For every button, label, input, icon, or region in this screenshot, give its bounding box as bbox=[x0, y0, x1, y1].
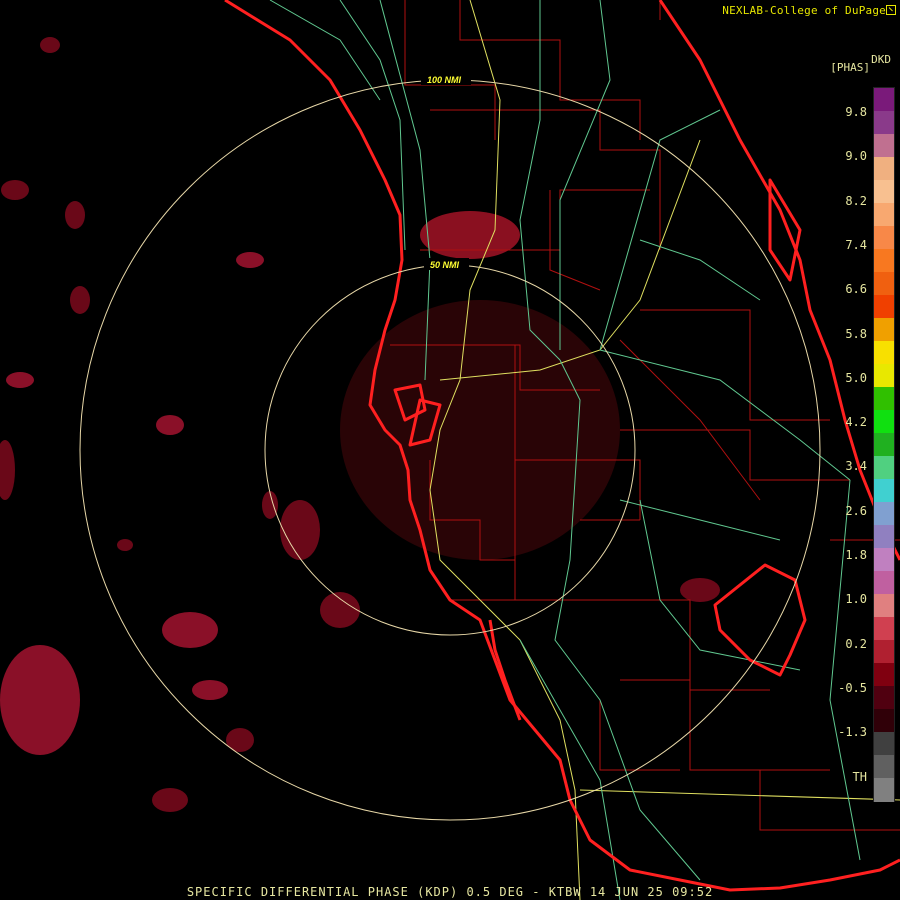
color-scale-swatch bbox=[874, 111, 894, 135]
logo-icon bbox=[886, 5, 896, 15]
color-scale-swatch bbox=[874, 203, 894, 227]
color-scale-tick-label: 0.2 bbox=[845, 636, 867, 651]
color-scale-tick-label: 2.6 bbox=[845, 503, 867, 518]
color-scale-swatch bbox=[874, 410, 894, 434]
color-scale-swatch bbox=[874, 640, 894, 664]
legend-product-code: DKD bbox=[871, 53, 891, 66]
color-scale-tick-label: 1.8 bbox=[845, 548, 867, 562]
color-scale-swatch bbox=[874, 433, 894, 457]
color-scale-swatch bbox=[874, 226, 894, 250]
color-scale-swatch bbox=[874, 456, 894, 480]
range-ring-label-100: 100 NMI bbox=[427, 75, 462, 85]
color-scale-swatch bbox=[874, 341, 894, 365]
color-scale-swatch bbox=[874, 617, 894, 641]
radar-display: 50 NMI 100 NMI NEXLAB-College of DuPage … bbox=[0, 0, 900, 900]
radar-echoes bbox=[0, 37, 720, 812]
color-scale-tick-label: 3.4 bbox=[845, 459, 867, 474]
color-scale-swatch bbox=[874, 387, 894, 411]
color-scale-tick-label: 9.8 bbox=[845, 105, 867, 119]
color-scale-swatch bbox=[874, 778, 894, 802]
color-scale-tick-label: 4.2 bbox=[845, 415, 867, 430]
color-scale-swatch bbox=[874, 364, 894, 388]
color-scale-swatch bbox=[874, 272, 894, 296]
color-scale-swatch bbox=[874, 88, 894, 112]
color-scale-swatch bbox=[874, 295, 894, 319]
product-footer: SPECIFIC DIFFERENTIAL PHASE (KDP) 0.5 DE… bbox=[186, 885, 714, 899]
color-scale-bar bbox=[873, 87, 895, 802]
color-scale-swatch bbox=[874, 479, 894, 503]
color-scale-tick-label: 9.0 bbox=[845, 149, 867, 164]
color-scale-swatch bbox=[874, 180, 894, 204]
legend-unit: [PHAS] bbox=[830, 61, 870, 74]
color-scale-tick-label: 8.2 bbox=[845, 193, 867, 208]
color-scale-swatch bbox=[874, 709, 894, 733]
color-scale-swatch bbox=[874, 571, 894, 595]
color-scale-tick-label: -1.3 bbox=[838, 725, 867, 740]
color-scale-tick-label: 7.4 bbox=[845, 237, 867, 252]
color-scale-swatch bbox=[874, 502, 894, 526]
color-scale-swatch bbox=[874, 525, 894, 549]
color-scale-swatch bbox=[874, 249, 894, 273]
color-scale-tick-label: TH bbox=[852, 769, 867, 784]
color-scale-swatch bbox=[874, 318, 894, 342]
color-scale-swatch bbox=[874, 548, 894, 572]
color-scale-tick-label: 6.6 bbox=[845, 282, 867, 297]
color-scale-swatch bbox=[874, 686, 894, 710]
color-scale-swatch bbox=[874, 755, 894, 779]
color-scale-swatch bbox=[874, 663, 894, 687]
credit-text: NEXLAB-College of DuPage bbox=[722, 4, 886, 17]
color-scale-swatch bbox=[874, 134, 894, 158]
color-scale-tick-label: 5.8 bbox=[845, 326, 867, 341]
color-scale-tick-label: 5.0 bbox=[845, 370, 867, 385]
color-scale-tick-label: 1.0 bbox=[845, 592, 867, 607]
range-ring-label-50: 50 NMI bbox=[430, 260, 460, 270]
color-scale-swatch bbox=[874, 594, 894, 618]
color-scale-swatch bbox=[874, 157, 894, 181]
color-scale-tick-label: -0.5 bbox=[838, 680, 867, 695]
radar-map[interactable]: 50 NMI 100 NMI bbox=[0, 0, 900, 900]
color-scale-swatch bbox=[874, 732, 894, 756]
